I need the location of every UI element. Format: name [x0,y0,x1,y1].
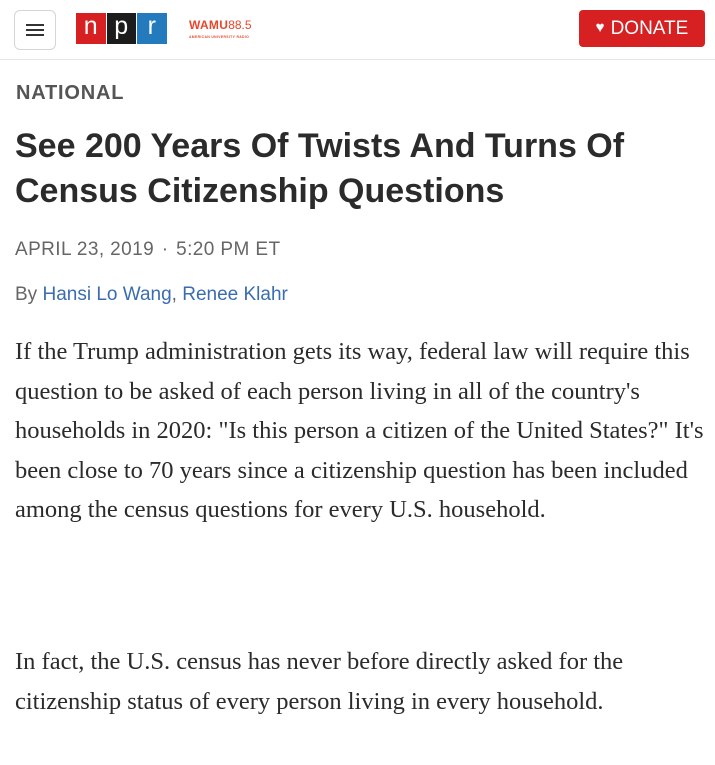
byline: By Hansi Lo Wang, Renee Klahr [15,284,288,306]
byline-prefix: By [15,284,38,305]
hamburger-menu-icon [26,24,44,36]
site-header: n p r WAMU88.5 AMERICAN UNIVERSITY RADIO… [0,0,715,60]
donate-button[interactable]: ♥ DONATE [579,10,705,47]
donate-label: DONATE [610,17,689,39]
station-logo[interactable]: WAMU88.5 AMERICAN UNIVERSITY RADIO [189,17,252,39]
npr-logo-letter-r: r [137,13,167,44]
npr-logo-letter-p: p [106,13,136,44]
station-name: WAMU [189,18,229,32]
article-paragraph: In fact, the U.S. census has never befor… [15,648,624,715]
article-paragraph: If the Trump administration gets its way… [15,338,704,523]
dateline-separator: · [161,239,169,260]
article-headline: See 200 Years Of Twists And Turns Of Cen… [15,127,625,210]
station-subtitle: AMERICAN UNIVERSITY RADIO [189,35,250,39]
dateline: APRIL 23, 2019 · 5:20 PM ET [15,239,280,261]
author-link-renee-klahr[interactable]: Renee Klahr [182,284,288,305]
author-separator: , [171,284,177,305]
station-frequency: 88.5 [228,18,252,32]
publish-date: APRIL 23, 2019 [15,239,155,260]
menu-button[interactable] [14,10,56,50]
npr-logo-letter-n: n [76,13,106,44]
author-link-hansi-lo-wang[interactable]: Hansi Lo Wang [42,284,171,305]
section-label[interactable]: NATIONAL [16,82,124,105]
publish-time: 5:20 PM ET [176,239,281,260]
heart-icon: ♥ [595,19,605,36]
npr-logo[interactable]: n p r [76,13,167,44]
